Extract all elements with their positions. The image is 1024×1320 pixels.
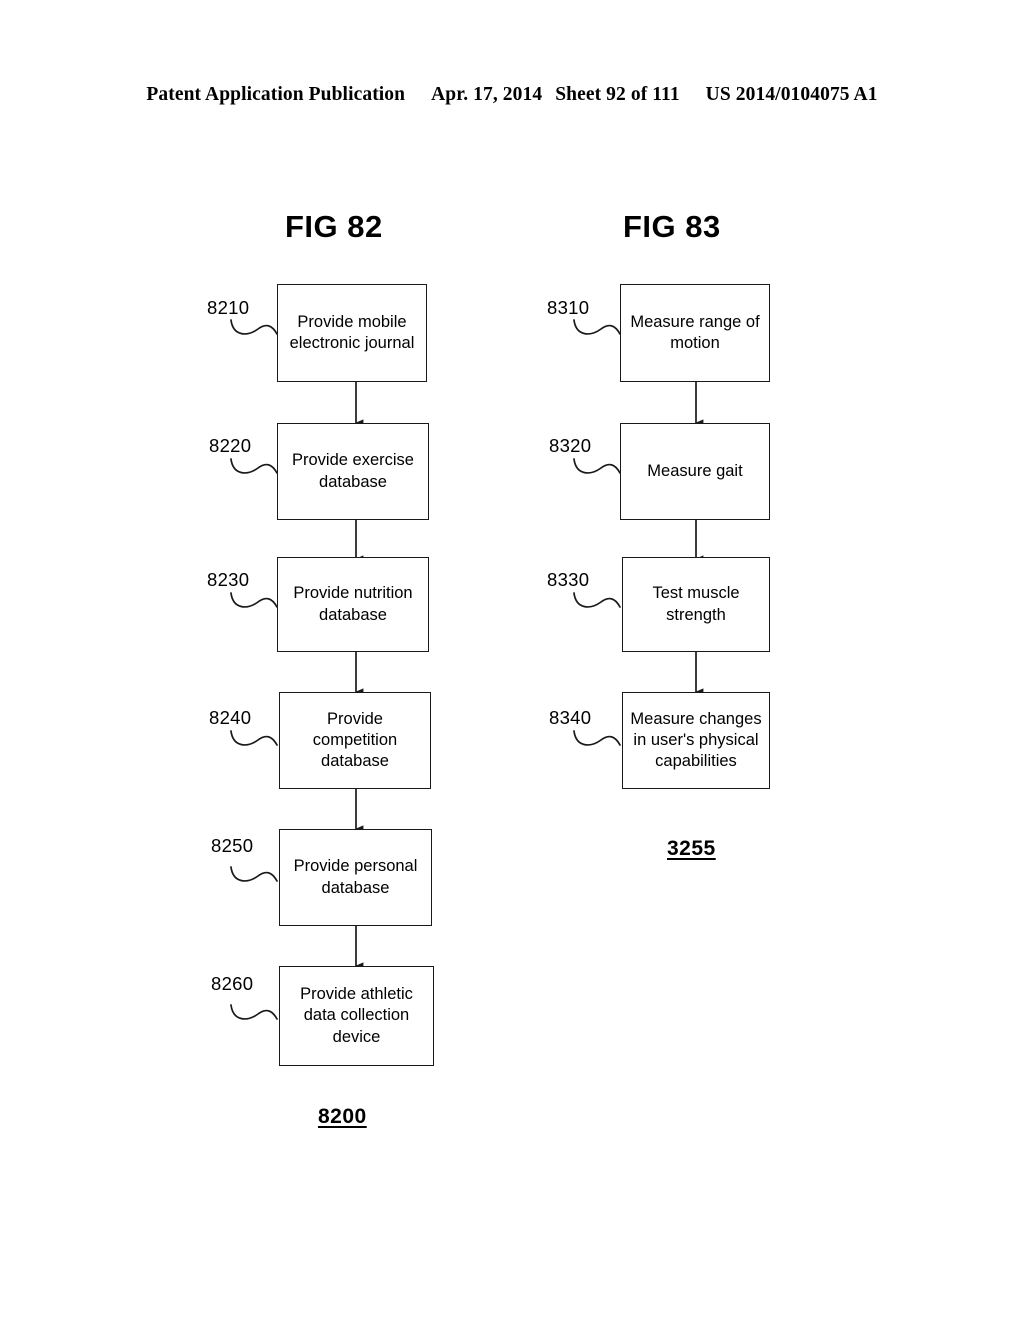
ref-number-8310: 8310 bbox=[547, 297, 590, 318]
leader-8310 bbox=[573, 319, 621, 335]
process-box-8260[interactable]: Provide athletic data collection device bbox=[279, 966, 434, 1066]
process-box-8310[interactable]: Measure range of motion bbox=[620, 284, 770, 382]
process-box-8220-label: Provide exercise database bbox=[292, 451, 414, 491]
leader-8220 bbox=[230, 458, 278, 474]
process-box-8340-label: Measure changes in user's physical capab… bbox=[630, 709, 762, 771]
process-box-8320-label: Measure gait bbox=[647, 461, 743, 480]
leader-8320 bbox=[573, 458, 621, 474]
process-box-8210[interactable]: Provide mobile electronic journal bbox=[277, 284, 427, 382]
ref-number-8260: 8260 bbox=[211, 973, 254, 994]
ref-number-8330: 8330 bbox=[547, 569, 590, 590]
process-box-8240-label: Provide competition database bbox=[312, 709, 398, 771]
header-date: Apr. 17, 2014 bbox=[431, 84, 543, 105]
leader-8260 bbox=[230, 1004, 278, 1020]
process-box-8250-label: Provide personal database bbox=[293, 857, 418, 897]
ref-number-8320: 8320 bbox=[549, 435, 592, 456]
process-box-8210-label: Provide mobile electronic journal bbox=[289, 312, 415, 352]
leader-8250 bbox=[230, 866, 278, 882]
figure-caption-8200: 8200 bbox=[318, 1105, 367, 1128]
flowchart-connectors-layer bbox=[230, 319, 704, 1020]
process-box-8230-label: Provide nutrition database bbox=[293, 584, 413, 624]
process-box-8310-label: Measure range of motion bbox=[630, 312, 760, 352]
process-box-8260-label: Provide athletic data collection device bbox=[300, 985, 413, 1046]
header-publication: Patent Application Publication bbox=[146, 84, 406, 105]
process-box-8340[interactable]: Measure changes in user's physical capab… bbox=[622, 692, 770, 789]
ref-number-8240: 8240 bbox=[209, 707, 252, 728]
process-box-8220[interactable]: Provide exercise database bbox=[277, 423, 429, 520]
ref-number-8210: 8210 bbox=[207, 297, 250, 318]
figure-title-82: FIG 82 bbox=[285, 209, 383, 244]
leader-8240 bbox=[230, 730, 278, 746]
ref-number-8220: 8220 bbox=[209, 435, 252, 456]
page-header: Patent Application Publication Apr. 17, 2… bbox=[0, 84, 1024, 106]
fig82-leader-lines bbox=[230, 319, 278, 1020]
figure-caption-3255: 3255 bbox=[667, 837, 716, 860]
ref-number-8230: 8230 bbox=[207, 569, 250, 590]
leader-8210 bbox=[230, 319, 278, 335]
ref-number-8250: 8250 bbox=[211, 835, 254, 856]
process-box-8240[interactable]: Provide competition database bbox=[279, 692, 431, 789]
fig83-leader-lines bbox=[573, 319, 621, 746]
process-box-8330-label: Test muscle strength bbox=[652, 584, 740, 624]
process-box-8230[interactable]: Provide nutrition database bbox=[277, 557, 429, 652]
process-box-8320[interactable]: Measure gait bbox=[620, 423, 770, 520]
leader-8340 bbox=[573, 730, 621, 746]
ref-number-8340: 8340 bbox=[549, 707, 592, 728]
process-box-8330[interactable]: Test muscle strength bbox=[622, 557, 770, 652]
figure-title-83: FIG 83 bbox=[623, 209, 721, 244]
leader-8230 bbox=[230, 592, 278, 608]
leader-8330 bbox=[573, 592, 621, 608]
header-sheet: Sheet 92 of 111 bbox=[555, 84, 680, 105]
process-box-8250[interactable]: Provide personal database bbox=[279, 829, 432, 926]
header-patent-number: US 2014/0104075 A1 bbox=[705, 84, 878, 105]
